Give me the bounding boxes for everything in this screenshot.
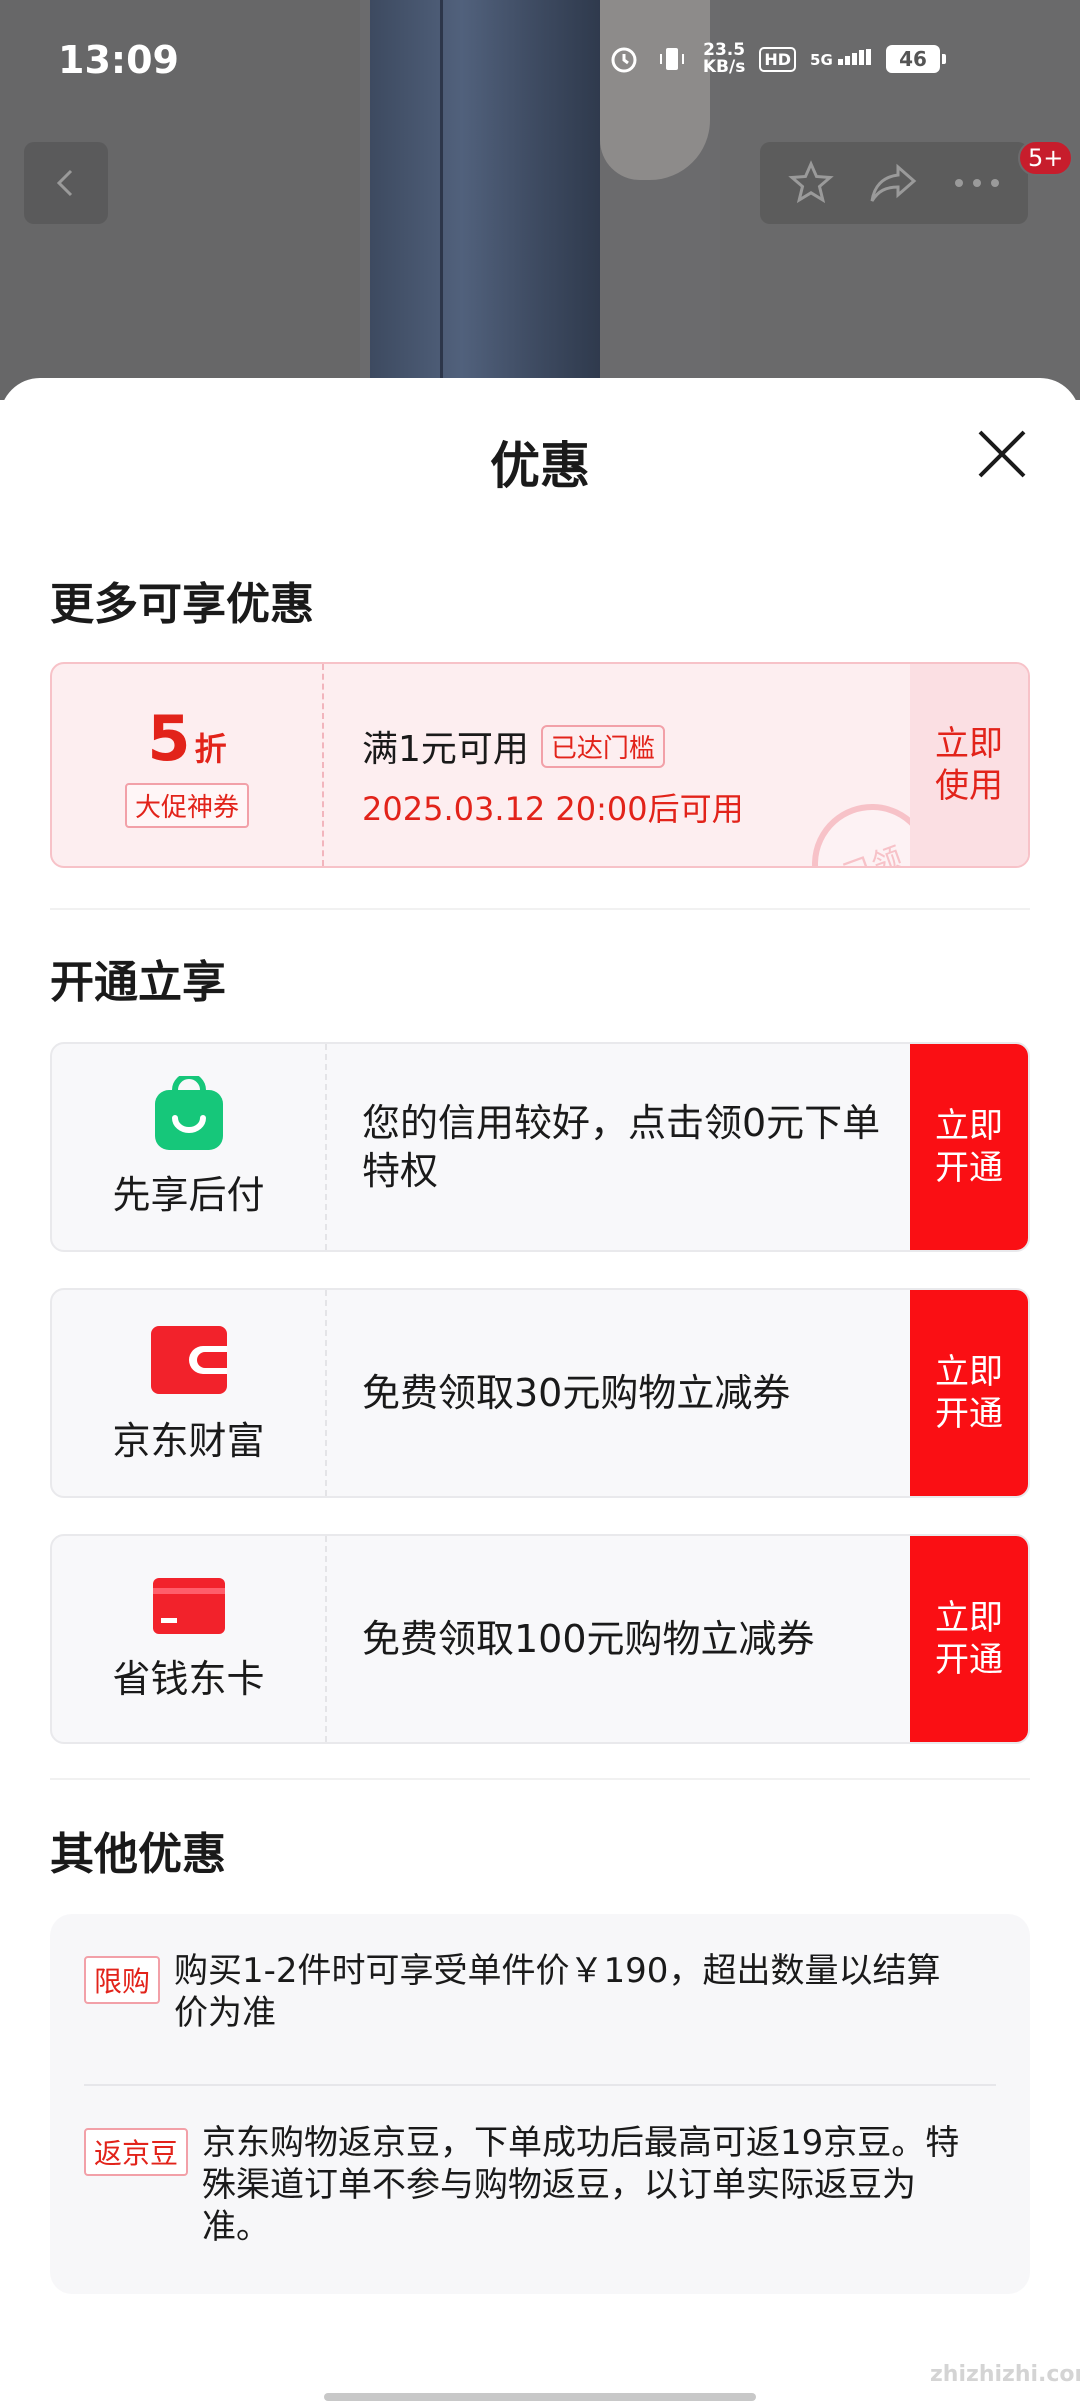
offer-tag: 返京豆 <box>84 2128 189 2176</box>
back-button[interactable] <box>24 142 108 224</box>
network-speed: 23.5 KB/s <box>703 42 745 76</box>
service-brand: 省钱东卡 <box>52 1536 327 1742</box>
signal-label: 5G <box>810 51 833 69</box>
other-offers-box: 限购 购买1-2件时可享受单件价￥190，超出数量以结算价为准 返京豆 京东购物… <box>50 1914 1030 2294</box>
coupon-discount-unit: 折 <box>194 730 227 768</box>
offer-purchase-limit: 限购 购买1-2件时可享受单件价￥190，超出数量以结算价为准 <box>84 1950 964 2034</box>
message-badge: 5+ <box>1018 140 1074 176</box>
signal-indicator: 5G <box>810 49 872 69</box>
offer-text: 购买1-2件时可享受单件价￥190，超出数量以结算价为准 <box>174 1951 941 2033</box>
service-row-shengqiandongka[interactable]: 省钱东卡 免费领取100元购物立减券 立即开通 <box>50 1534 1030 1744</box>
coupon-discount-number: 5 <box>147 702 191 775</box>
favorite-button[interactable] <box>781 153 841 213</box>
coupon-type-tag: 大促神券 <box>124 783 249 828</box>
close-icon <box>978 430 1026 478</box>
section-divider <box>50 1778 1030 1780</box>
status-bar: 13:09 23.5 KB/s HD 5G 46 <box>0 0 1080 120</box>
coupon-discount: 5 折 <box>147 702 226 775</box>
offer-jingdou-return: 返京豆 京东购物返京豆，下单成功后最高可返19京豆。特殊渠道订单不参与购物返豆，… <box>84 2122 974 2248</box>
open-service-label: 立即开通 <box>935 1106 1003 1188</box>
service-description: 免费领取30元购物立减券 <box>362 1371 791 1415</box>
section-divider <box>50 908 1030 910</box>
offer-separator <box>84 2084 996 2086</box>
wallet-icon <box>150 1325 227 1394</box>
open-service-label: 立即开通 <box>935 1352 1003 1434</box>
service-description: 免费领取100元购物立减券 <box>362 1617 815 1661</box>
coupon-condition-text: 满1元可用 <box>362 729 529 770</box>
offers-sheet: 优惠 更多可享优惠 5 折 大促神券 满1元可用 已达门槛 2025.03.12… <box>0 378 1080 2408</box>
service-name: 先享后付 <box>112 1172 265 1217</box>
coupon-discount-area: 5 折 大促神券 <box>52 664 324 866</box>
hd-indicator: HD <box>759 46 797 72</box>
service-row-jdcaifu[interactable]: 京东财富 免费领取30元购物立减券 立即开通 <box>50 1288 1030 1498</box>
status-icons: 23.5 KB/s HD 5G 46 <box>607 42 946 76</box>
close-button[interactable] <box>972 424 1032 484</box>
product-actions <box>760 142 1028 224</box>
open-service-label: 立即开通 <box>935 1598 1003 1680</box>
more-dots-icon <box>954 179 999 187</box>
battery-icon: 46 <box>886 45 946 73</box>
net-speed-unit: KB/s <box>702 57 746 77</box>
share-icon <box>870 163 917 202</box>
service-description: 您的信用较好，点击领0元下单特权 <box>362 1101 881 1193</box>
coupon-card[interactable]: 5 折 大促神券 满1元可用 已达门槛 2025.03.12 20:00后可用 … <box>50 662 1030 868</box>
alarm-icon <box>607 42 641 76</box>
open-enjoy-title: 开通立享 <box>50 957 226 1008</box>
sheet-title: 优惠 <box>490 437 590 495</box>
more-offers-title: 更多可享优惠 <box>50 579 314 630</box>
open-service-button[interactable]: 立即开通 <box>910 1536 1028 1742</box>
coupon-condition: 满1元可用 已达门槛 <box>362 720 744 772</box>
more-button[interactable] <box>947 153 1007 213</box>
coupon-info: 满1元可用 已达门槛 2025.03.12 20:00后可用 <box>362 720 744 830</box>
shopping-bag-icon <box>154 1075 223 1150</box>
offer-tag: 限购 <box>84 1956 161 2004</box>
service-row-xianxianghoufu[interactable]: 先享后付 您的信用较好，点击领0元下单特权 立即开通 <box>50 1042 1030 1252</box>
service-name: 省钱东卡 <box>112 1656 265 1701</box>
chevron-left-icon <box>56 169 73 197</box>
threshold-badge: 已达门槛 <box>540 724 665 768</box>
open-service-button[interactable]: 立即开通 <box>910 1290 1028 1496</box>
watermark: zhizhizhi.com <box>930 2362 1080 2387</box>
coupon-valid-time: 2025.03.12 20:00后可用 <box>362 790 744 828</box>
card-icon <box>152 1577 225 1634</box>
service-brand: 京东财富 <box>52 1290 327 1496</box>
other-offers-title: 其他优惠 <box>50 1829 226 1880</box>
use-coupon-label: 立即 使用 <box>935 724 1003 806</box>
vibrate-icon <box>655 42 689 76</box>
open-service-button[interactable]: 立即开通 <box>910 1044 1028 1250</box>
use-coupon-button[interactable]: 立即 使用 <box>910 664 1028 866</box>
star-icon <box>788 160 835 204</box>
service-name: 京东财富 <box>112 1418 265 1463</box>
status-time: 13:09 <box>58 38 179 82</box>
service-brand: 先享后付 <box>52 1044 327 1250</box>
signal-bars-icon <box>838 49 871 65</box>
share-button[interactable] <box>864 153 924 213</box>
home-indicator[interactable] <box>324 2393 756 2401</box>
offer-text: 京东购物返京豆，下单成功后最高可返19京豆。特殊渠道订单不参与购物返豆，以订单实… <box>202 2123 960 2247</box>
